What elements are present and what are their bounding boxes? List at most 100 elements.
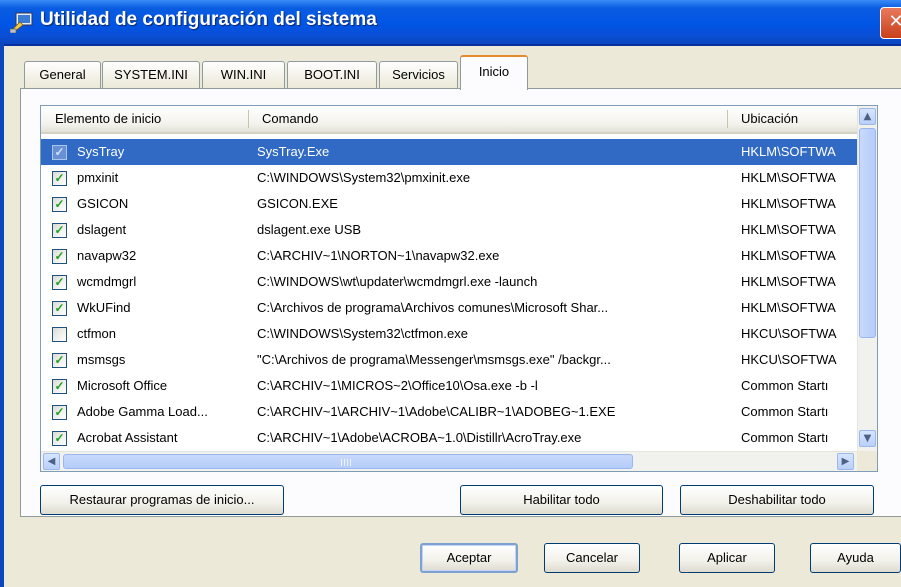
table-row[interactable]: ✓ dslagent dslagent.exe USB HKLM\SOFTWA [41,217,857,243]
startup-item-name: navapw32 [77,248,137,263]
table-row[interactable]: ✓ GSICON GSICON.EXE HKLM\SOFTWA [41,191,857,217]
startup-item-name: msmsgs [77,352,126,367]
apply-button[interactable]: Aplicar [679,543,775,573]
close-icon: ✕ [888,11,901,32]
ok-button[interactable]: Aceptar [420,543,518,573]
title-bar[interactable]: Utilidad de configuración del sistema ✕ [0,0,901,46]
tab-boot-ini[interactable]: BOOT.INI [287,61,377,88]
startup-item-location: HKLM\SOFTWA [741,248,836,263]
column-header-command[interactable]: Comando [254,106,724,132]
startup-item-name: Adobe Gamma Load... [77,404,208,419]
window-left-border [0,44,4,587]
startup-item-command: C:\ARCHIV~1\NORTON~1\navapw32.exe [257,248,500,263]
table-row[interactable]: ctfmon C:\WINDOWS\System32\ctfmon.exe HK… [41,321,857,347]
startup-item-name: dslagent [77,222,127,237]
close-button[interactable]: ✕ [880,7,901,39]
startup-item-command: C:\Archivos de programa\Archivos comunes… [257,300,609,315]
tab-inicio[interactable]: Inicio [460,55,528,90]
startup-item-command: C:\WINDOWS\wt\updater\wcmdmgrl.exe -laun… [257,274,538,289]
startup-item-name: pmxinit [77,170,119,185]
enable-checkbox[interactable]: ✓ [52,405,67,420]
column-header-startup-item[interactable]: Elemento de inicio [47,106,247,132]
msconfig-app-icon [10,12,33,33]
startup-item-location: HKLM\SOFTWA [741,144,836,159]
horizontal-scrollbar[interactable]: ◀ ▶ [41,451,857,471]
enable-checkbox[interactable]: ✓ [52,379,67,394]
startup-item-location: Common Startı [741,378,829,393]
restore-startup-button[interactable]: Restaurar programas de inicio... [40,485,284,515]
window-title: Utilidad de configuración del sistema [40,9,377,30]
enable-checkbox[interactable]: ✓ [52,275,67,290]
startup-item-name: SysTray [77,144,125,159]
enable-checkbox[interactable]: ✓ [52,353,67,368]
startup-item-name: Acrobat Assistant [77,430,178,445]
scroll-grip [347,459,348,466]
startup-item-location: HKCU\SOFTWA [741,326,837,341]
table-row[interactable]: ✓ wcmdmgrl C:\WINDOWS\wt\updater\wcmdmgr… [41,269,857,295]
startup-item-command: C:\ARCHIV~1\ARCHIV~1\Adobe\CALIBR~1\ADOB… [257,404,616,419]
enable-checkbox[interactable]: ✓ [52,431,67,446]
vertical-scroll-thumb[interactable] [859,128,876,338]
tab-general[interactable]: General [24,61,101,88]
scroll-grip [350,459,351,466]
startup-item-location: HKLM\SOFTWA [741,222,836,237]
startup-item-name: ctfmon [77,326,117,341]
enable-all-button[interactable]: Habilitar todo [460,485,663,515]
startup-item-command: GSICON.EXE [257,196,338,211]
tab-win-ini[interactable]: WIN.INI [202,61,285,88]
startup-item-command: SysTray.Exe [257,144,330,159]
startup-item-command: C:\ARCHIV~1\Adobe\ACROBA~1.0\Distillr\Ac… [257,430,582,445]
scroll-left-button[interactable]: ◀ [43,453,60,470]
tab-system-ini[interactable]: SYSTEM.INI [102,61,200,88]
column-header-location[interactable]: Ubicación [733,106,853,132]
startup-item-location: Common Startı [741,404,829,419]
scroll-down-button[interactable]: ▼ [859,430,876,447]
scroll-grip [344,459,345,466]
enable-checkbox[interactable]: ✓ [52,249,67,264]
startup-item-name: wcmdmgrl [77,274,137,289]
arrow-left-icon: ◀ [47,456,56,467]
startup-item-name: WkUFind [77,300,131,315]
vertical-scrollbar[interactable]: ▲ ▼ [857,106,877,451]
arrow-right-icon: ▶ [841,456,850,467]
list-header: Elemento de inicio Comando Ubicación [41,106,857,134]
scroll-right-button[interactable]: ▶ [837,453,854,470]
scrollbar-corner [857,451,877,471]
enable-checkbox[interactable]: ✓ [52,223,67,238]
table-row[interactable]: ✓ navapw32 C:\ARCHIV~1\NORTON~1\navapw32… [41,243,857,269]
table-row[interactable]: ✓ msmsgs "C:\Archivos de programa\Messen… [41,347,857,373]
enable-checkbox[interactable]: ✓ [52,301,67,316]
table-row[interactable]: ✓ Acrobat Assistant C:\ARCHIV~1\Adobe\AC… [41,425,857,451]
startup-item-location: HKCU\SOFTWA [741,352,837,367]
startup-item-command: C:\ARCHIV~1\MICROS~2\Office10\Osa.exe -b… [257,378,538,393]
startup-item-command: C:\WINDOWS\System32\ctfmon.exe [257,326,468,341]
startup-item-command: dslagent.exe USB [257,222,362,237]
column-separator[interactable] [727,110,728,128]
startup-item-location: HKLM\SOFTWA [741,196,836,211]
tab-servicios[interactable]: Servicios [379,61,458,88]
startup-item-location: HKLM\SOFTWA [741,170,836,185]
enable-checkbox[interactable] [52,327,67,342]
cancel-button[interactable]: Cancelar [544,543,640,573]
table-row[interactable]: ✓ Microsoft Office C:\ARCHIV~1\MICROS~2\… [41,373,857,399]
scroll-up-button[interactable]: ▲ [859,108,876,125]
startup-list[interactable]: Elemento de inicio Comando Ubicación ✓ S… [40,105,878,472]
table-row[interactable]: ✓ SysTray SysTray.Exe HKLM\SOFTWA [41,139,857,165]
table-row[interactable]: ✓ WkUFind C:\Archivos de programa\Archiv… [41,295,857,321]
startup-item-location: HKLM\SOFTWA [741,300,836,315]
startup-item-command: "C:\Archivos de programa\Messenger\msmsg… [257,352,611,367]
column-separator[interactable] [248,110,249,128]
horizontal-scroll-thumb[interactable] [63,454,633,469]
startup-item-location: HKLM\SOFTWA [741,274,836,289]
enable-checkbox[interactable]: ✓ [52,171,67,186]
startup-item-location: Common Startı [741,430,829,445]
disable-all-button[interactable]: Deshabilitar todo [680,485,874,515]
arrow-up-icon: ▲ [863,111,872,122]
enable-checkbox[interactable]: ✓ [52,145,67,160]
enable-checkbox[interactable]: ✓ [52,197,67,212]
startup-item-name: GSICON [77,196,129,211]
table-row[interactable]: ✓ pmxinit C:\WINDOWS\System32\pmxinit.ex… [41,165,857,191]
startup-item-name: Microsoft Office [77,378,168,393]
help-button[interactable]: Ayuda [810,543,901,573]
table-row[interactable]: ✓ Adobe Gamma Load... C:\ARCHIV~1\ARCHIV… [41,399,857,425]
